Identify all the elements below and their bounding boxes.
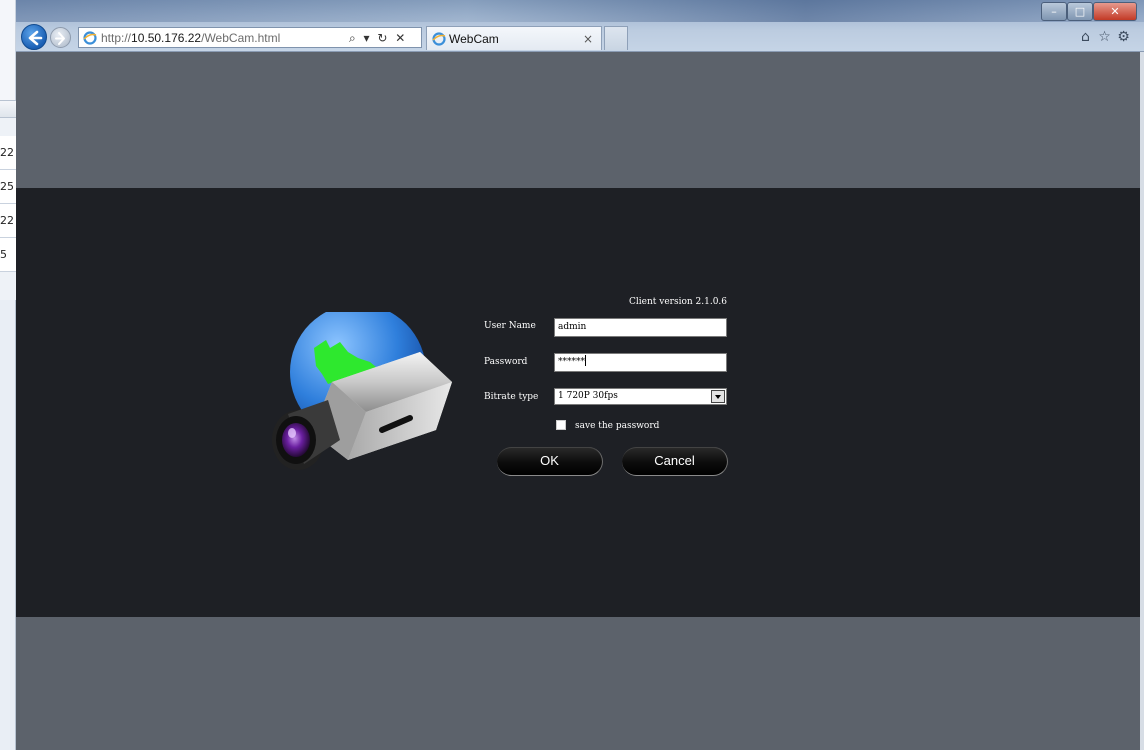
tab-webcam[interactable]: WebCam × (426, 26, 602, 50)
tab-title: WebCam (449, 32, 499, 46)
background-window-top (0, 0, 16, 100)
browser-chrome: http://10.50.176.22/WebCam.html ⌕ ▾ ↻ ✕ … (16, 0, 1144, 52)
client-version-text: Client version 2.1.0.6 (629, 297, 728, 307)
page-top-band (16, 52, 1140, 188)
new-tab-button[interactable] (604, 26, 628, 50)
page-bottom-band (16, 617, 1140, 750)
background-window-fragment: 22 25 22 5 (0, 0, 16, 750)
bitrate-type-select[interactable]: 1 720P 30fps (554, 388, 727, 405)
ok-button[interactable]: OK (497, 447, 603, 476)
home-icon[interactable]: ⌂ (1076, 27, 1095, 47)
browser-toolbar-icons: ⌂ ☆ ⚙ (1076, 27, 1133, 47)
webcam-logo-icon (272, 312, 452, 470)
background-table-cell: 5 (0, 238, 16, 272)
bitrate-selected-value: 1 720P 30fps (558, 391, 618, 401)
background-table-header (0, 100, 16, 118)
password-mask: ****** (558, 357, 585, 367)
save-password-checkbox[interactable] (556, 420, 566, 430)
star-icon[interactable]: ☆ (1095, 27, 1114, 47)
maximize-button[interactable]: □ (1067, 2, 1093, 21)
gear-icon[interactable]: ⚙ (1114, 27, 1133, 47)
address-url: http://10.50.176.22/WebCam.html (101, 31, 281, 45)
address-bar[interactable]: http://10.50.176.22/WebCam.html ⌕ ▾ ↻ ✕ (78, 27, 422, 48)
ie-favicon-icon (83, 31, 97, 45)
back-arrow-icon (28, 30, 43, 46)
forward-button[interactable] (50, 27, 71, 48)
minimize-button[interactable]: – (1041, 2, 1067, 21)
user-name-label: User Name (484, 321, 536, 331)
dropdown-arrow-icon[interactable] (711, 390, 725, 403)
scrollbar-edge (1140, 52, 1144, 750)
bitrate-type-label: Bitrate type (484, 392, 539, 402)
password-input[interactable]: ****** (554, 353, 727, 372)
ie-favicon-icon (432, 32, 446, 46)
cancel-button[interactable]: Cancel (622, 447, 728, 476)
tab-close-icon[interactable]: × (583, 31, 593, 47)
title-bar (16, 0, 1144, 22)
background-table-cell: 22 (0, 136, 16, 170)
back-button[interactable] (21, 24, 47, 50)
background-table-cell: 22 (0, 204, 16, 238)
background-table-cell: 25 (0, 170, 16, 204)
address-tools[interactable]: ⌕ ▾ ↻ ✕ (349, 29, 421, 47)
save-password-label: save the password (575, 421, 660, 431)
password-label: Password (484, 357, 528, 367)
forward-arrow-icon (55, 32, 65, 45)
user-name-input[interactable]: admin (554, 318, 727, 337)
close-window-button[interactable]: ✕ (1093, 2, 1137, 21)
background-window-body (0, 300, 16, 750)
